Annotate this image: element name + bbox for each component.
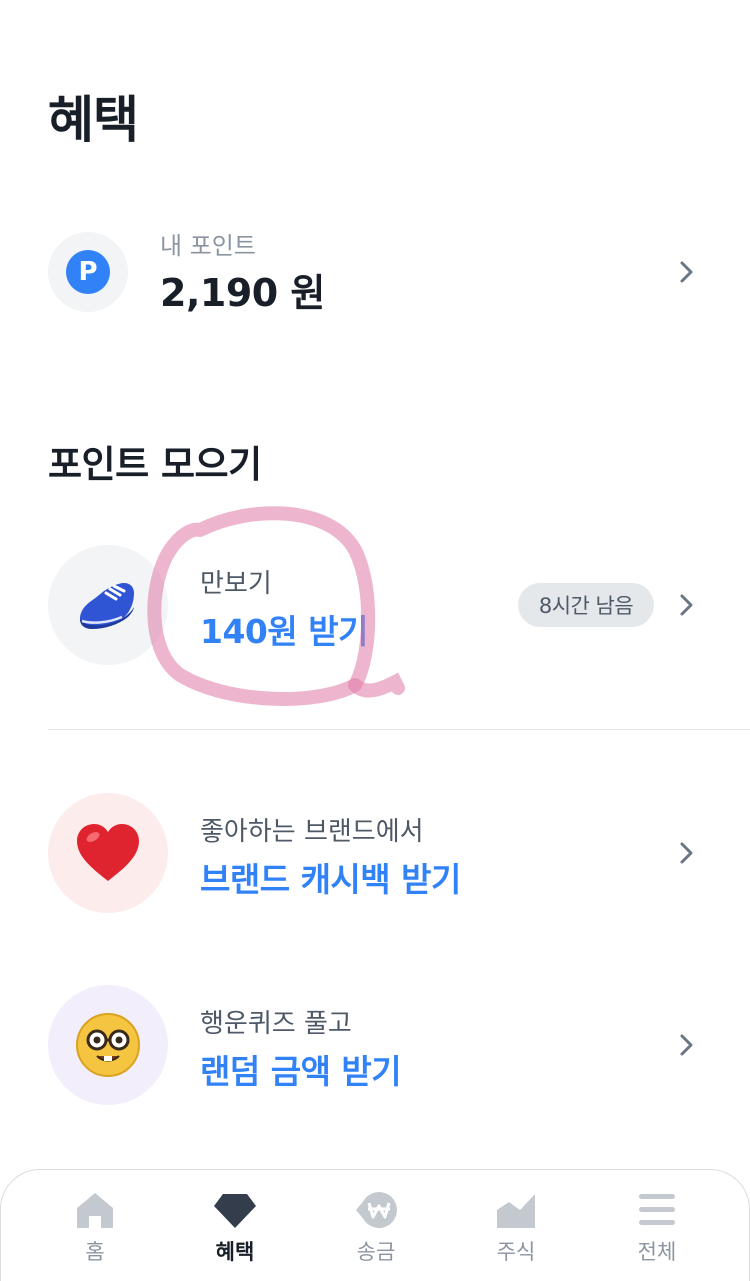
tab-all[interactable]: 전체 — [582, 1170, 732, 1281]
tab-benefits[interactable]: 혜택 — [160, 1170, 310, 1281]
page-title: 혜택 — [48, 91, 139, 149]
points-label: 내 포인트 — [160, 232, 256, 260]
pedometer-label: 만보기 — [200, 569, 272, 599]
chevron-right-icon — [680, 842, 693, 864]
brand-cashback-row[interactable]: 좋아하는 브랜드에서 브랜드 캐시백 받기 — [0, 793, 750, 913]
tab-home[interactable]: 홈 — [20, 1170, 170, 1281]
benefits-page: 혜택 P 내 포인트 2,190 원 포인트 모으기 만보기 140원 받기 8… — [0, 0, 750, 1281]
tab-label: 혜택 — [215, 1240, 255, 1264]
brand-cashback-label: 좋아하는 브랜드에서 — [200, 817, 424, 847]
tab-label: 주식 — [496, 1240, 536, 1264]
nerd-face-icon-circle — [48, 985, 168, 1105]
point-icon-circle: P — [48, 232, 128, 312]
divider — [48, 729, 750, 730]
chevron-right-icon — [680, 594, 693, 616]
points-value: 2,190 원 — [160, 271, 325, 315]
heart-icon-circle — [48, 793, 168, 913]
tab-transfer[interactable]: 송금 — [301, 1170, 451, 1281]
sneaker-icon-circle — [48, 545, 168, 665]
brand-cashback-reward: 브랜드 캐시백 받기 — [200, 860, 461, 899]
pedometer-row[interactable]: 만보기 140원 받기 8시간 남음 — [0, 545, 750, 665]
menu-icon — [639, 1194, 675, 1225]
time-remaining-badge: 8시간 남음 — [518, 583, 654, 627]
won-transfer-icon — [356, 1192, 397, 1228]
lucky-quiz-label: 행운퀴즈 풀고 — [200, 1009, 352, 1039]
lucky-quiz-reward: 랜덤 금액 받기 — [200, 1052, 402, 1091]
sneaker-icon — [80, 583, 134, 629]
lucky-quiz-row[interactable]: 행운퀴즈 풀고 랜덤 금액 받기 — [0, 985, 750, 1105]
tab-stocks[interactable]: 주식 — [441, 1170, 591, 1281]
gem-icon — [214, 1194, 256, 1228]
bottom-tab-bar: 홈 혜택 송금 주식 전체 — [0, 1169, 750, 1281]
home-icon — [77, 1193, 113, 1228]
tab-label: 송금 — [356, 1240, 396, 1264]
pedometer-reward: 140원 받기 — [200, 612, 368, 651]
tab-label: 전체 — [637, 1240, 677, 1264]
chevron-right-icon — [680, 261, 693, 283]
nerd-face-icon — [76, 1013, 140, 1077]
stock-chart-icon — [497, 1194, 535, 1228]
my-points-row[interactable]: P 내 포인트 2,190 원 — [0, 232, 750, 315]
tab-label: 홈 — [85, 1240, 105, 1264]
point-icon: P — [66, 250, 110, 294]
section-title: 포인트 모으기 — [48, 443, 262, 486]
heart-icon — [77, 824, 139, 881]
chevron-right-icon — [680, 1034, 693, 1056]
